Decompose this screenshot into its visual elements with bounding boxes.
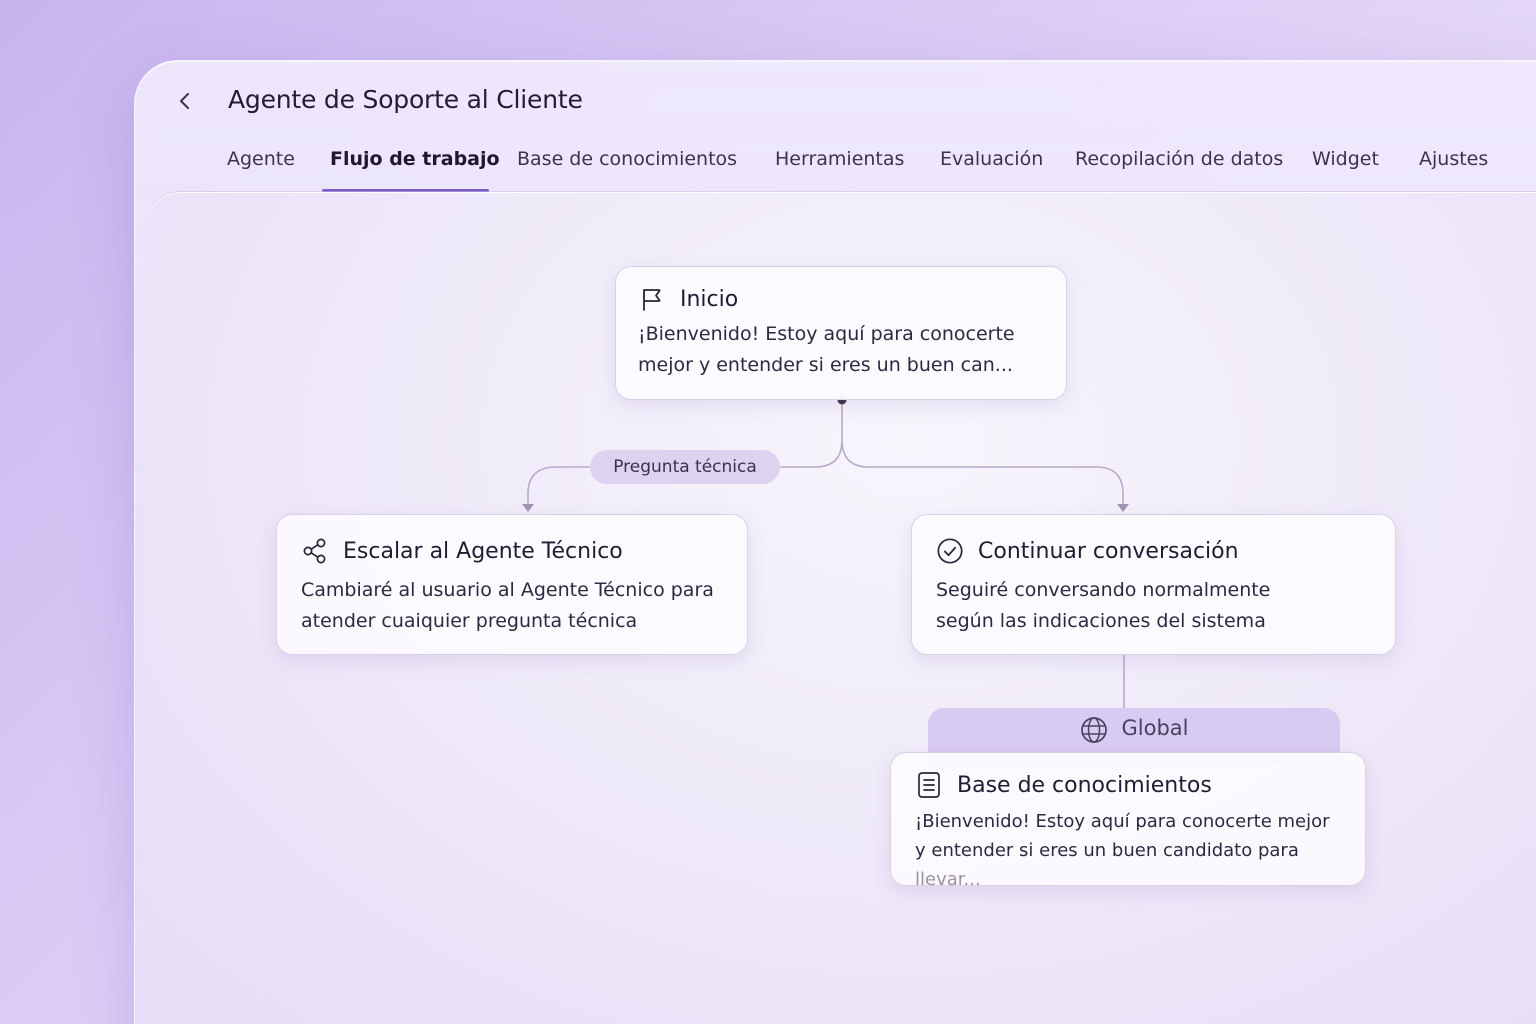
node-title: Inicio: [680, 286, 739, 312]
node-description-line: ¡Bienvenido! Estoy aquí para conocerte m…: [915, 811, 1330, 832]
node-base-de-conocimientos[interactable]: Base de conocimientos ¡Bienvenido! Estoy…: [890, 752, 1366, 890]
tab-ajustes[interactable]: Ajustes: [1419, 148, 1488, 194]
node-title: Base de conocimientos: [957, 772, 1212, 798]
node-description-line: Cambiaré al usuario al Agente Técnico pa…: [301, 579, 714, 601]
node-description-line: y entender si eres un buen candidato par…: [915, 836, 1347, 894]
tab-agente[interactable]: Agente: [227, 148, 295, 194]
node-description-line: ¡Bienvenido! Estoy aquí para conocerte: [638, 323, 1015, 345]
node-title: Escalar al Agente Técnico: [343, 538, 623, 564]
share-icon: [301, 537, 329, 565]
tab-flujo-de-trabajo[interactable]: Flujo de trabajo: [330, 148, 500, 194]
edge-label-pregunta-tecnica[interactable]: Pregunta técnica: [590, 450, 780, 484]
node-description-truncated: llevar...: [915, 869, 981, 890]
page-title: Agente de Soporte al Cliente: [228, 85, 583, 114]
document-icon: [915, 771, 943, 799]
back-button[interactable]: [171, 87, 199, 115]
tab-widget[interactable]: Widget: [1312, 148, 1379, 194]
tab-herramientas[interactable]: Herramientas: [775, 148, 904, 194]
node-description-line: Seguiré conversando normalmente: [936, 579, 1271, 601]
flag-icon: [638, 285, 666, 313]
tab-evaluacion[interactable]: Evaluación: [940, 148, 1043, 194]
node-escalar-agente-tecnico[interactable]: Escalar al Agente Técnico Cambiaré al us…: [276, 514, 748, 655]
node-inicio[interactable]: Inicio ¡Bienvenido! Estoy aquí para cono…: [615, 266, 1067, 400]
global-label: Global: [1121, 716, 1189, 740]
tab-recopilacion-de-datos[interactable]: Recopilación de datos: [1075, 148, 1283, 194]
node-description-line: según las indicaciones del sistema: [936, 610, 1266, 632]
node-continuar-conversacion[interactable]: Continuar conversación Seguiré conversan…: [911, 514, 1396, 655]
tab-base-de-conocimientos[interactable]: Base de conocimientos: [517, 148, 737, 194]
node-description-line: atender cuaiquier pregunta técnica: [301, 610, 638, 632]
chevron-left-icon: [180, 93, 189, 109]
node-description-text: y entender si eres un buen candidato par…: [915, 840, 1299, 861]
globe-icon: [1080, 716, 1108, 744]
check-circle-icon: [936, 537, 964, 565]
node-title: Continuar conversación: [978, 538, 1239, 564]
node-description-line: mejor y entender si eres un buen can...: [638, 354, 1013, 376]
